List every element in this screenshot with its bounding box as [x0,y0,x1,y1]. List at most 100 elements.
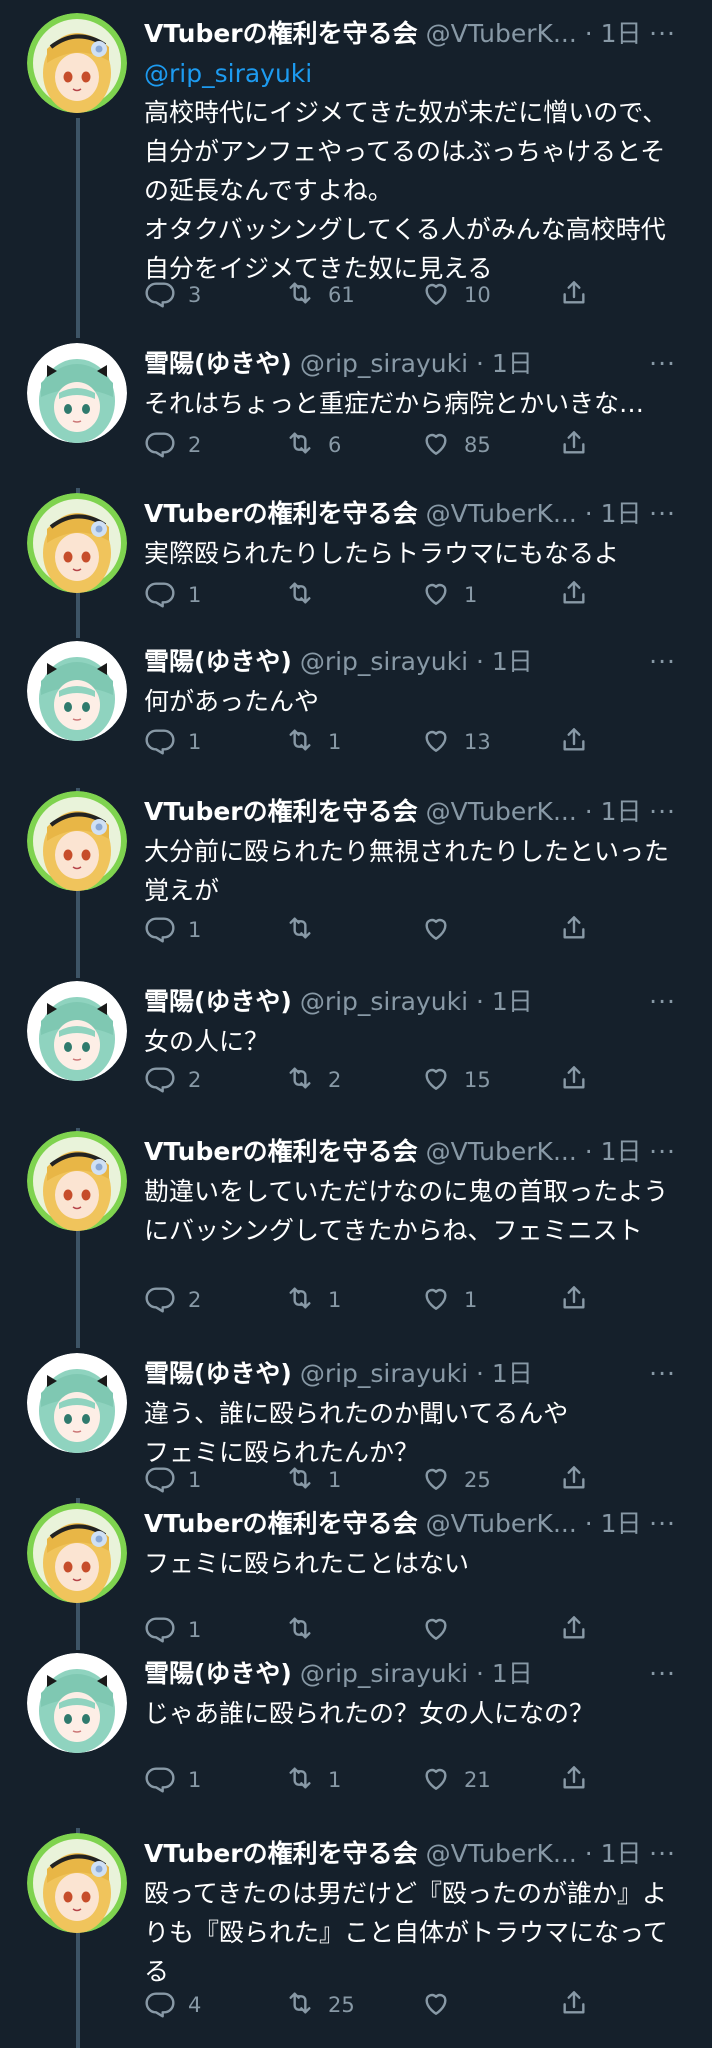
tweet[interactable]: VTuberの権利を守る会 @VTuberK... · 1日 ··· フェミに殴… [0,1490,712,1643]
more-icon[interactable]: ··· [649,1132,676,1172]
handle-and-time[interactable]: @VTuberK... · 1日 [426,499,642,528]
retweet-button[interactable]: 2 [284,1060,341,1100]
more-icon[interactable]: ··· [649,1354,676,1394]
tweet[interactable]: 雪陽(ゆきや) @rip_sirayuki · 1日 ··· 違う、誰に殴られた… [0,1340,712,1493]
tweet[interactable]: VTuberの権利を守る会 @VTuberK... · 1日 ··· 大分前に殴… [0,778,712,968]
reply-mention[interactable]: @rip_sirayuki [144,54,690,93]
tweet[interactable]: VTuberの権利を守る会 @VTuberK... · 1日 ··· 殴ってきた… [0,1820,712,2048]
avatar[interactable] [27,493,127,593]
retweet-button[interactable] [284,575,328,615]
retweet-button[interactable] [284,910,328,950]
handle-and-time[interactable]: @rip_sirayuki · 1日 [300,987,533,1016]
reply-button[interactable]: 3 [144,275,201,315]
like-button[interactable] [420,1985,464,2025]
reply-button[interactable]: 2 [144,1280,201,1320]
like-button[interactable] [420,910,464,950]
share-icon [558,1282,602,1319]
tweet-content: 雪陽(ゆきや) @rip_sirayuki · 1日 ··· 違う、誰に殴られた… [144,1354,690,1472]
handle-and-time[interactable]: @VTuberK... · 1日 [426,797,642,826]
handle-and-time[interactable]: @VTuberK... · 1日 [426,1137,642,1166]
handle-and-time[interactable]: @VTuberK... · 1日 [426,1509,642,1538]
handle-and-time[interactable]: @rip_sirayuki · 1日 [300,349,533,378]
avatar[interactable] [27,1653,127,1753]
like-button[interactable]: 85 [420,425,491,465]
tweet[interactable]: 雪陽(ゆきや) @rip_sirayuki · 1日 ··· じゃあ誰に殴られた… [0,1640,712,1820]
reply-button[interactable]: 1 [144,1760,201,1800]
handle-and-time[interactable]: @rip_sirayuki · 1日 [300,1659,533,1688]
tweet[interactable]: VTuberの権利を守る会 @VTuberK... · 1日 ··· 勘違いをし… [0,1118,712,1340]
handle-and-time[interactable]: @rip_sirayuki · 1日 [300,647,533,676]
avatar[interactable] [27,1833,127,1933]
reply-button[interactable]: 1 [144,910,201,950]
retweet-count: 1 [328,1768,342,1792]
share-button[interactable] [558,910,602,950]
share-button[interactable] [558,1280,602,1320]
share-button[interactable] [558,1760,602,1800]
display-name[interactable]: VTuberの権利を守る会 [144,19,418,48]
reply-button[interactable]: 4 [144,1985,201,2025]
display-name[interactable]: VTuberの権利を守る会 [144,1839,418,1868]
more-icon[interactable]: ··· [649,344,676,384]
tweet[interactable]: VTuberの権利を守る会 @VTuberK... · 1日 ··· @rip_… [0,0,712,330]
avatar[interactable] [27,343,127,443]
display-name[interactable]: 雪陽(ゆきや) [144,1659,292,1688]
retweet-button[interactable]: 1 [284,1280,341,1320]
share-button[interactable] [558,1985,602,2025]
tweet[interactable]: 雪陽(ゆきや) @rip_sirayuki · 1日 ··· それはちょっと重症… [0,330,712,480]
more-icon[interactable]: ··· [649,14,676,54]
tweet[interactable]: 雪陽(ゆきや) @rip_sirayuki · 1日 ··· 女の人に？ 2 2… [0,968,712,1118]
reply-button[interactable]: 2 [144,425,201,465]
more-icon[interactable]: ··· [649,792,676,832]
more-icon[interactable]: ··· [649,642,676,682]
avatar[interactable] [27,1131,127,1231]
share-button[interactable] [558,722,602,762]
more-icon[interactable]: ··· [649,494,676,534]
share-button[interactable] [558,425,602,465]
display-name[interactable]: VTuberの権利を守る会 [144,1509,418,1538]
like-button[interactable]: 1 [420,1280,477,1320]
retweet-button[interactable]: 61 [284,275,355,315]
tweet[interactable]: 雪陽(ゆきや) @rip_sirayuki · 1日 ··· 何があったんや 1… [0,628,712,778]
retweet-button[interactable]: 6 [284,425,341,465]
handle-and-time[interactable]: @VTuberK... · 1日 [426,1839,642,1868]
avatar[interactable] [27,1353,127,1453]
handle-and-time[interactable]: @VTuberK... · 1日 [426,19,642,48]
retweet-button[interactable]: 1 [284,722,341,762]
reply-button[interactable]: 1 [144,722,201,762]
retweet-icon [284,724,328,761]
more-icon[interactable]: ··· [649,1654,676,1694]
retweet-icon [284,277,328,314]
display-name[interactable]: VTuberの権利を守る会 [144,499,418,528]
more-icon[interactable]: ··· [649,982,676,1022]
retweet-button[interactable]: 25 [284,1985,355,2025]
retweet-button[interactable]: 1 [284,1760,341,1800]
like-button[interactable]: 1 [420,575,477,615]
display-name[interactable]: VTuberの権利を守る会 [144,797,418,826]
like-button[interactable]: 15 [420,1060,491,1100]
display-name[interactable]: 雪陽(ゆきや) [144,647,292,676]
avatar[interactable] [27,981,127,1081]
avatar[interactable] [27,791,127,891]
share-button[interactable] [558,1060,602,1100]
retweet-count: 25 [328,1993,355,2017]
like-button[interactable]: 21 [420,1760,491,1800]
reply-button[interactable]: 1 [144,575,201,615]
tweet[interactable]: VTuberの権利を守る会 @VTuberK... · 1日 ··· 実際殴られ… [0,480,712,628]
handle-and-time[interactable]: @rip_sirayuki · 1日 [300,1359,533,1388]
more-icon[interactable]: ··· [649,1504,676,1544]
share-button[interactable] [558,275,602,315]
display-name[interactable]: 雪陽(ゆきや) [144,987,292,1016]
like-button[interactable]: 13 [420,722,491,762]
tweet-header: 雪陽(ゆきや) @rip_sirayuki · 1日 ··· [144,982,690,1022]
like-button[interactable]: 10 [420,275,491,315]
display-name[interactable]: VTuberの権利を守る会 [144,1137,418,1166]
reply-button[interactable]: 2 [144,1060,201,1100]
avatar[interactable] [27,1503,127,1603]
more-icon[interactable]: ··· [649,1834,676,1874]
reply-icon [144,277,188,314]
share-button[interactable] [558,575,602,615]
display-name[interactable]: 雪陽(ゆきや) [144,1359,292,1388]
avatar[interactable] [27,641,127,741]
avatar[interactable] [27,13,127,113]
display-name[interactable]: 雪陽(ゆきや) [144,349,292,378]
